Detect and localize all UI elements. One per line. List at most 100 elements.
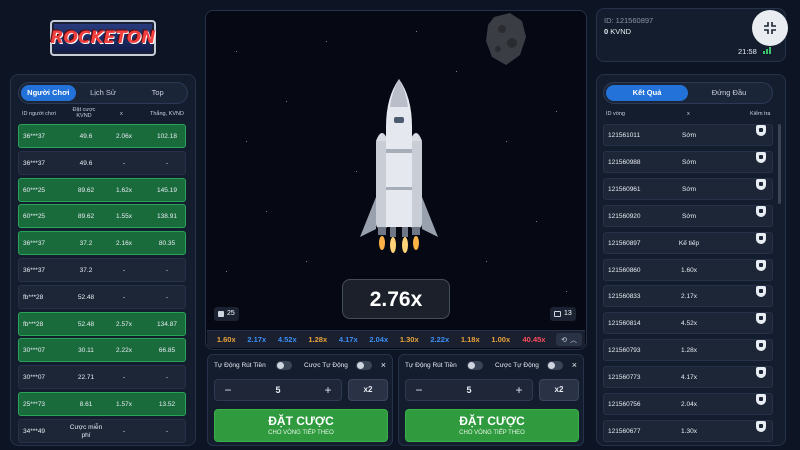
history-item[interactable]: 2.04x: [364, 335, 395, 344]
round-multiplier: 4.17x: [681, 374, 697, 382]
tab-results[interactable]: Kết Quả: [606, 85, 688, 101]
close-icon[interactable]: ×: [381, 360, 386, 370]
increase-button[interactable]: +: [319, 380, 337, 400]
round-multiplier: Sớm: [681, 158, 696, 166]
round-id: 121560833: [608, 293, 641, 301]
player-multiplier: -: [122, 293, 126, 301]
place-bet-label: ĐẶT CƯỢC: [268, 414, 334, 428]
player-multiplier: 2.22x: [116, 347, 132, 355]
bet-amount-input[interactable]: 5: [245, 380, 311, 400]
decrease-button[interactable]: −: [219, 380, 237, 400]
place-bet-label: ĐẶT CƯỢC: [459, 414, 525, 428]
history-item[interactable]: 2.22x: [425, 335, 456, 344]
tab-leaders[interactable]: Đứng Đầu: [688, 85, 770, 101]
col-x: x: [120, 111, 123, 117]
player-bet: Cược miễn phí: [69, 423, 103, 439]
player-win: 102.18: [157, 133, 177, 140]
player-id: fb***28: [23, 320, 44, 328]
history-item[interactable]: 2.17x: [242, 335, 273, 344]
player-multiplier: 1.57x: [116, 401, 132, 408]
chevron-up-icon: ︿: [569, 336, 577, 344]
auto-bet-label: Cược Tự Động: [495, 362, 539, 369]
verify-shield-icon[interactable]: [756, 420, 766, 432]
verify-shield-icon[interactable]: [756, 394, 766, 405]
tab-history[interactable]: Lịch Sử: [76, 85, 131, 101]
player-multiplier: 2.57x: [116, 320, 132, 328]
verify-shield-icon[interactable]: [756, 232, 766, 244]
close-icon[interactable]: ×: [572, 360, 577, 370]
account-id: ID: 121560897: [604, 16, 654, 25]
balance-value: 0: [604, 27, 609, 36]
bet-amount-input[interactable]: 5: [436, 380, 502, 400]
player-row: 34***49 Cược miễn phí - -: [18, 418, 186, 443]
round-multiplier: 4.52x: [681, 320, 697, 328]
rocket-image: [360, 79, 438, 253]
star: [286, 101, 287, 102]
tab-players[interactable]: Người Chơi: [21, 85, 76, 101]
player-win: -: [165, 427, 169, 435]
history-item[interactable]: 40.45x: [516, 335, 552, 344]
history-item[interactable]: 1.28x: [303, 335, 334, 344]
round-row: 121560961 Sớm: [603, 177, 773, 200]
round-id: 121560756: [608, 401, 641, 408]
account-balance: 0 KVND: [604, 27, 631, 36]
history-list: 1.60x 2.17x 4.52x 1.28x 4.17x 2.04x 1.30x 2.22x…: [211, 335, 552, 344]
player-bet: 8.61: [79, 401, 93, 408]
player-row: 30***07 30.11 2.22x 66.85: [18, 338, 186, 363]
results-scrollbar[interactable]: [778, 124, 781, 204]
place-bet-sublabel: CHO VÒNG TIẾP THEO: [268, 430, 334, 436]
player-id: 25***73: [23, 401, 46, 408]
player-id: 36***37: [23, 133, 46, 140]
verify-shield-icon[interactable]: [756, 340, 766, 352]
verify-shield-icon[interactable]: [756, 205, 766, 217]
history-item[interactable]: 4.17x: [333, 335, 364, 344]
increase-button[interactable]: +: [510, 380, 528, 400]
auto-cashout-toggle[interactable]: [467, 361, 483, 370]
auto-bet-toggle[interactable]: [356, 361, 372, 370]
player-bet: 30.11: [78, 347, 94, 355]
place-bet-sublabel: CHO VÒNG TIẾP THEO: [459, 430, 525, 436]
bets-count-badge: 13: [550, 307, 576, 321]
auto-bet-toggle[interactable]: [547, 361, 563, 370]
round-multiplier: Sớm: [681, 185, 696, 193]
verify-shield-icon[interactable]: [756, 151, 766, 163]
collapse-icon: [764, 22, 776, 34]
round-row: 121560793 1.28x: [603, 339, 773, 362]
round-row: 121560860 1.60x: [603, 258, 773, 281]
round-id: 121560988: [608, 158, 641, 166]
verify-shield-icon[interactable]: [756, 367, 766, 379]
multiplier-history: 1.60x 2.17x 4.52x 1.28x 4.17x 2.04x 1.30x 2.22x…: [207, 330, 585, 348]
tab-top[interactable]: Top: [130, 85, 185, 101]
balance-currency: KVND: [610, 27, 632, 36]
history-icon: ⟲: [561, 336, 567, 344]
player-bet: 37.2: [79, 240, 93, 248]
round-row: 121560833 2.17x: [603, 285, 773, 308]
history-item[interactable]: 1.18x: [455, 335, 486, 344]
round-row: 121560677 1.30x: [603, 419, 773, 442]
auto-cashout-toggle[interactable]: [276, 361, 292, 370]
round-id: 121561011: [608, 132, 641, 139]
decrease-button[interactable]: −: [410, 380, 428, 400]
collapse-button[interactable]: [752, 10, 788, 46]
player-row: 60***25 89.62 1.55x 138.91: [18, 204, 186, 229]
verify-shield-icon[interactable]: [756, 125, 766, 136]
history-item[interactable]: 1.60x: [211, 335, 242, 344]
verify-shield-icon[interactable]: [756, 286, 766, 298]
history-item[interactable]: 1.00x: [486, 335, 517, 344]
player-multiplier: 2.16x: [116, 240, 132, 248]
verify-shield-icon[interactable]: [756, 178, 766, 190]
round-id: 121560793: [608, 347, 641, 355]
players-count-badge: 25: [214, 307, 239, 321]
place-bet-button[interactable]: ĐẶT CƯỢC CHO VÒNG TIẾP THEO: [405, 409, 579, 442]
double-bet-button[interactable]: x2: [348, 379, 388, 401]
verify-shield-icon[interactable]: [756, 259, 766, 271]
player-id: 34***49: [23, 427, 46, 435]
history-item[interactable]: 1.30x: [394, 335, 425, 344]
history-item[interactable]: 4.52x: [272, 335, 303, 344]
history-toggle-button[interactable]: ⟲ ︿: [556, 333, 582, 346]
player-win: 66.85: [158, 347, 176, 355]
double-bet-button[interactable]: x2: [539, 379, 579, 401]
verify-shield-icon[interactable]: [756, 313, 766, 325]
place-bet-button[interactable]: ĐẶT CƯỢC CHO VÒNG TIẾP THEO: [214, 409, 388, 442]
star: [266, 211, 267, 212]
